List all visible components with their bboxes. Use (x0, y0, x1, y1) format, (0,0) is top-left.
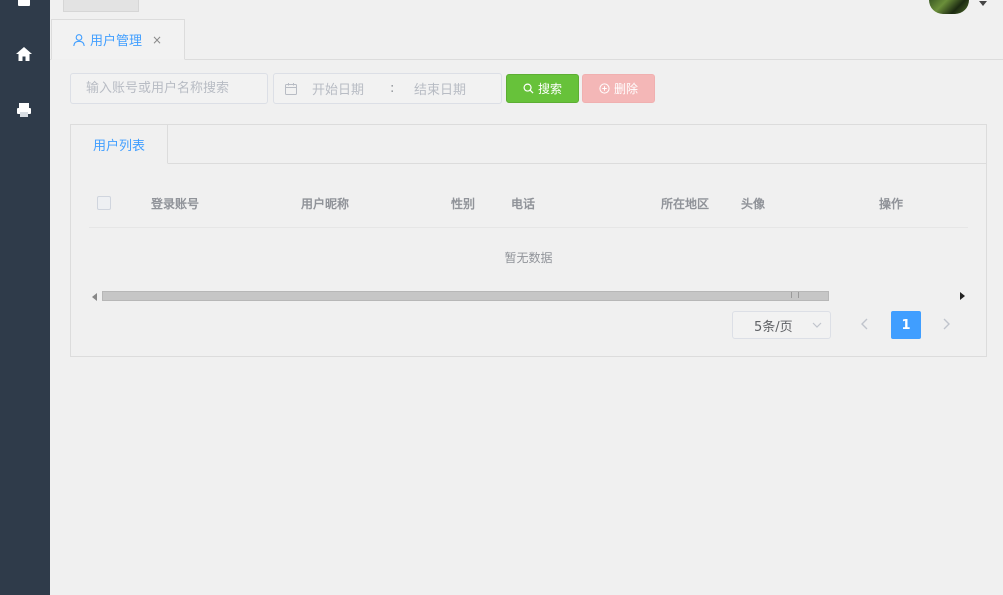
column-header-nickname[interactable]: 用户昵称 (301, 195, 349, 212)
chevron-down-icon (812, 322, 822, 328)
page-size-value: 5条/页 (754, 319, 793, 335)
caret-down-icon[interactable] (979, 1, 987, 6)
sidebar (0, 0, 50, 595)
tab-user-management[interactable]: 用户管理 × (51, 19, 185, 60)
date-range-picker[interactable]: 开始日期 : 结束日期 (273, 73, 502, 104)
search-button-label: 搜索 (537, 82, 562, 96)
scrollbar-grip-icon (791, 292, 799, 298)
start-date-input[interactable]: 开始日期 (312, 79, 376, 98)
search-icon (523, 83, 534, 94)
page-tab-strip: 用户管理 × (50, 19, 1003, 60)
header-button-ghost[interactable] (63, 0, 139, 12)
tab-user-list[interactable]: 用户列表 (71, 125, 168, 164)
column-header-account[interactable]: 登录账号 (151, 195, 199, 212)
empty-state-text: 暂无数据 (504, 251, 553, 265)
scroll-right-arrow-icon[interactable] (960, 292, 965, 300)
search-button[interactable]: 搜索 (506, 74, 579, 103)
end-date-input[interactable]: 结束日期 (414, 79, 466, 98)
search-input[interactable] (70, 73, 268, 104)
column-header-gender[interactable]: 性别 (451, 195, 475, 212)
page-size-select[interactable]: 5条/页 (732, 311, 831, 339)
select-all-checkbox[interactable] (97, 196, 111, 210)
previous-page-icon[interactable] (858, 317, 872, 331)
user-icon (73, 33, 85, 46)
circle-plus-icon (599, 83, 610, 94)
user-avatar[interactable] (929, 0, 969, 14)
next-page-icon[interactable] (939, 317, 953, 331)
tab-label: 用户管理 (90, 34, 143, 49)
scroll-left-arrow-icon[interactable] (92, 293, 97, 301)
calendar-icon (285, 82, 297, 95)
printer-icon[interactable] (14, 100, 34, 120)
delete-button-label: 删除 (613, 82, 638, 96)
horizontal-scrollbar[interactable] (89, 290, 968, 302)
column-header-region[interactable]: 所在地区 (661, 195, 709, 212)
close-icon[interactable]: × (152, 33, 162, 47)
table-header: 登录账号 用户昵称 性别 电话 所在地区 头像 操作 (89, 181, 968, 228)
page-number-current[interactable]: 1 (891, 311, 921, 339)
card-tabs: 用户列表 (71, 125, 986, 164)
column-header-actions[interactable]: 操作 (879, 195, 903, 212)
date-range-separator: : (390, 81, 395, 96)
menu-icon[interactable] (14, 0, 34, 12)
user-list-card: 用户列表 登录账号 用户昵称 性别 电话 所在地区 头像 操作 暂无数据 5条/… (70, 124, 987, 357)
home-icon[interactable] (14, 44, 34, 64)
delete-button[interactable]: 删除 (582, 74, 655, 103)
scrollbar-thumb[interactable] (102, 291, 829, 301)
column-header-phone[interactable]: 电话 (511, 195, 535, 212)
column-header-avatar[interactable]: 头像 (741, 195, 765, 212)
